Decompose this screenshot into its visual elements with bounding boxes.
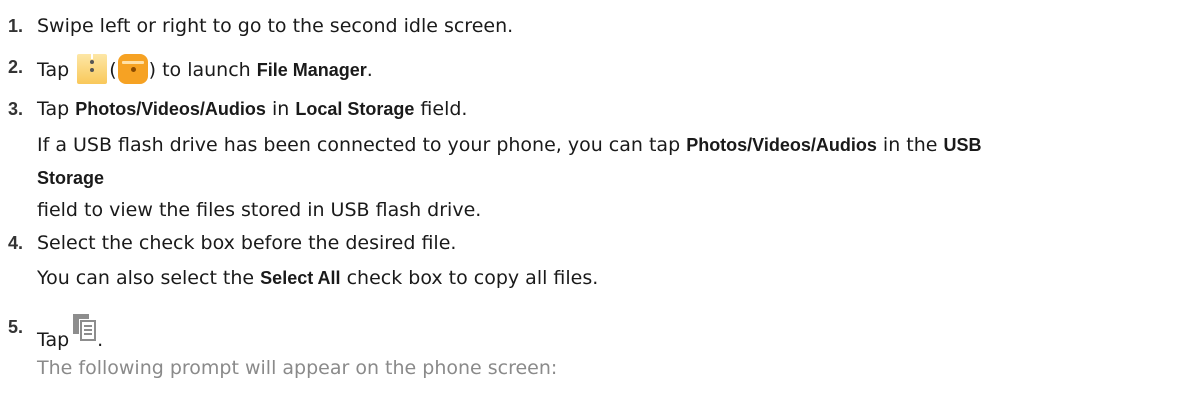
step-text: Tap . [37, 314, 103, 353]
step-text-mid: in [271, 98, 290, 120]
step-number: 5. [8, 317, 24, 337]
zip-line [91, 54, 94, 59]
step-3-note-line-2: Storage [37, 165, 104, 191]
copy-icon [73, 314, 97, 341]
note-text: in the [882, 134, 938, 156]
step-text-pre: Tap [37, 59, 70, 81]
step-text-pre: Tap [37, 329, 70, 351]
note-text: check box to copy all files. [346, 267, 599, 289]
paren-open: ( [109, 59, 117, 81]
step-number: 2. [8, 57, 24, 77]
step-3-note-line-3: field to view the files stored in USB fl… [37, 197, 481, 223]
step-text: Select the check box before the desired … [37, 232, 457, 254]
select-all-label: Select All [260, 268, 341, 288]
copy-icon-line [84, 333, 93, 335]
step-3-note-line-1: If a USB flash drive has been connected … [37, 132, 982, 158]
usb-label: USB [943, 135, 982, 155]
instruction-document: 1. Swipe left or right to go to the seco… [0, 0, 1194, 398]
step-5-note: The following prompt will appear on the … [37, 355, 557, 381]
note-text: field to view the files stored in USB fl… [37, 199, 482, 221]
file-manager-zip-icon [77, 54, 108, 84]
photos-videos-audios-label: Photos/Videos/Audios [75, 99, 266, 119]
step-text-end: field. [420, 98, 468, 120]
step-text: Tap ( ) to launch File Manager. [37, 54, 373, 84]
storage-label: Storage [37, 168, 105, 188]
step-number: 3. [8, 99, 24, 119]
copy-icon-line [84, 325, 93, 327]
paren-close: ) [148, 59, 157, 81]
note-text: The following prompt will appear on the … [37, 357, 558, 379]
photos-videos-audios-label: Photos/Videos/Audios [686, 135, 877, 155]
file-manager-folder-icon [117, 54, 148, 84]
step-text-mid: to launch [162, 59, 251, 81]
step-text: Tap Photos/Videos/Audios in Local Storag… [37, 96, 467, 122]
folder-tab [121, 61, 144, 64]
step-4-note: You can also select the Select All check… [37, 265, 598, 291]
step-text-pre: Tap [37, 98, 70, 120]
step-text-end: . [366, 59, 373, 81]
app-name-file-manager: File Manager [256, 60, 367, 80]
step-text-end: . [97, 329, 104, 351]
step-text: Swipe left or right to go to the second … [37, 15, 514, 37]
step-number: 4. [8, 233, 24, 253]
zip-dot [90, 60, 95, 64]
zip-dot [90, 68, 95, 72]
copy-icon-back-top [73, 314, 90, 319]
step-number: 1. [8, 16, 24, 36]
note-text: If a USB flash drive has been connected … [37, 134, 681, 156]
note-text: You can also select the [37, 267, 255, 289]
copy-icon-line [84, 329, 93, 331]
folder-dot [130, 67, 136, 72]
local-storage-label: Local Storage [295, 99, 415, 119]
